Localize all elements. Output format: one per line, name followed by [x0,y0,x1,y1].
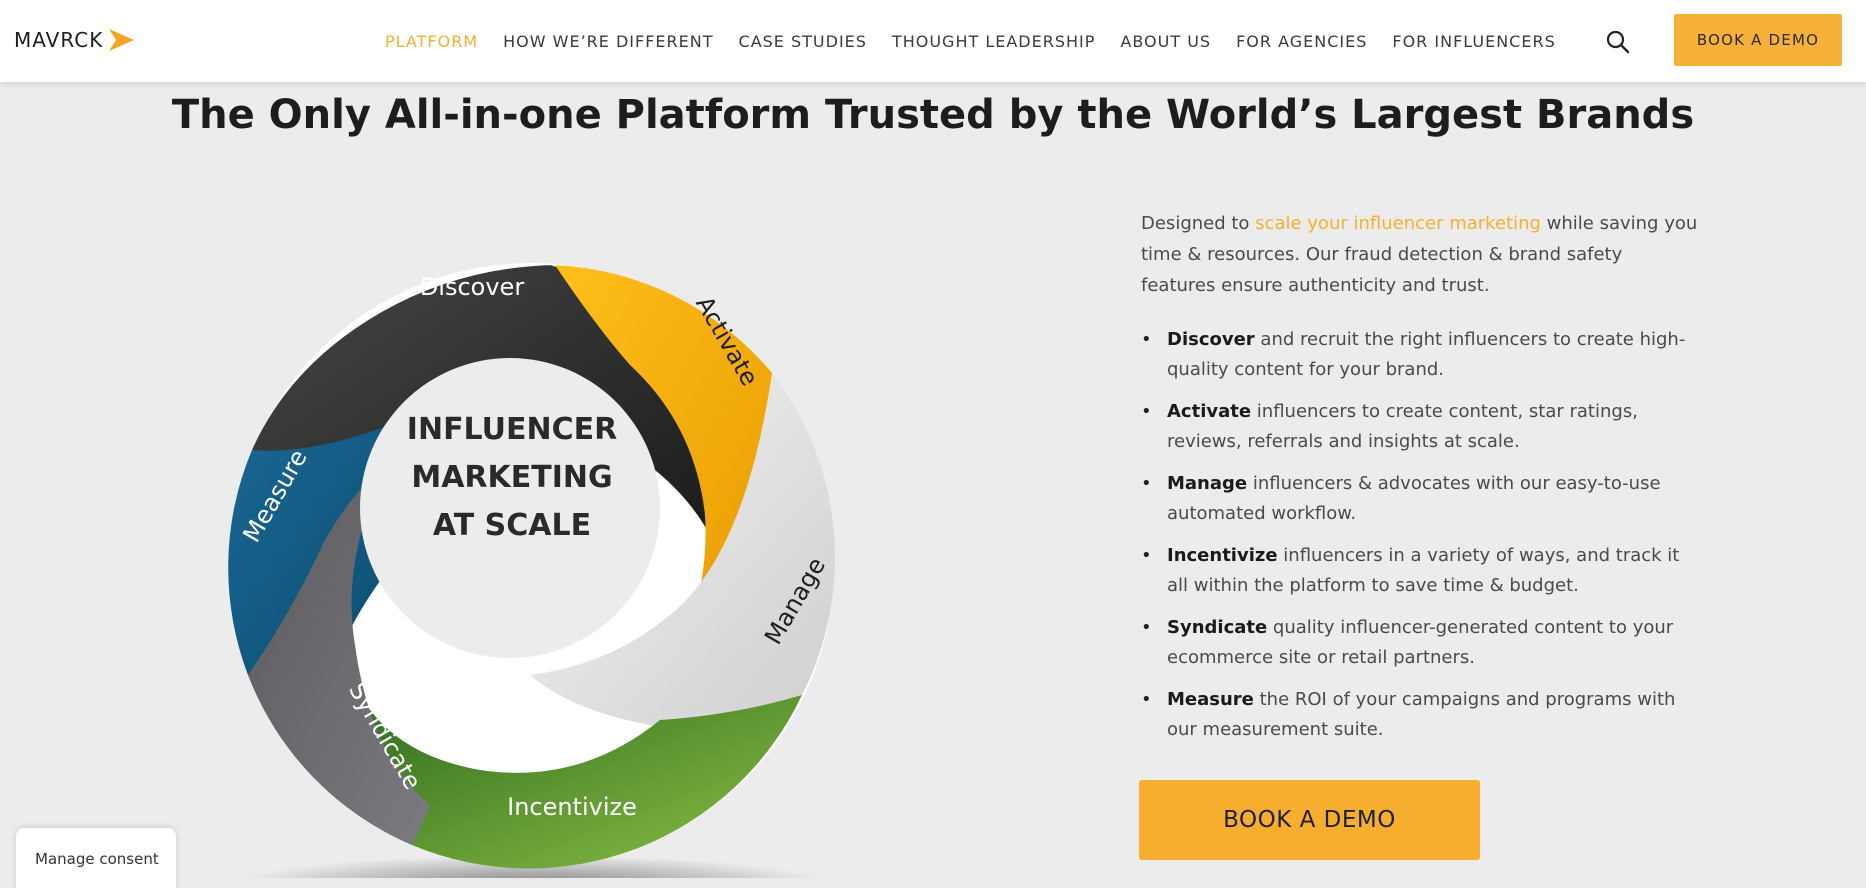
center-line-1: INFLUENCER [407,412,617,447]
main-nav: PLATFORM HOW WE’RE DIFFERENT CASE STUDIE… [385,0,1581,82]
bullet-dot-icon: • [1141,617,1152,638]
list-item: • Manage influencers & advocates with ou… [1141,469,1701,529]
platform-wheel-graphic: INFLUENCER MARKETING AT SCALE Discover A… [228,263,836,878]
book-demo-button[interactable]: BOOK A DEMO [1139,780,1480,860]
feature-name: Discover [1167,329,1255,350]
mavrck-logo[interactable]: MAVRCK [14,26,135,54]
header-book-demo-button[interactable]: BOOK A DEMO [1674,14,1842,66]
logo-arrow-icon [109,29,135,51]
label-incentivize: Incentivize [507,793,637,821]
label-discover: Discover [420,273,525,301]
bullet-dot-icon: • [1141,329,1152,350]
nav-for-influencers[interactable]: FOR INFLUENCERS [1392,32,1555,51]
center-line-3: AT SCALE [433,508,591,543]
list-item: • Activate influencers to create content… [1141,397,1701,457]
bullet-dot-icon: • [1141,473,1152,494]
feature-name: Incentivize [1167,545,1278,566]
page-title: The Only All-in-one Platform Trusted by … [171,92,1695,138]
nav-how-different[interactable]: HOW WE’RE DIFFERENT [503,32,713,51]
bullet-dot-icon: • [1141,689,1152,710]
intro-highlight-link[interactable]: scale your influencer marketing [1255,213,1541,234]
nav-platform[interactable]: PLATFORM [385,32,478,51]
feature-name: Measure [1167,689,1254,710]
manage-consent-button[interactable]: Manage consent [16,828,176,888]
nav-case-studies[interactable]: CASE STUDIES [739,32,867,51]
list-item: • Discover and recruit the right influen… [1141,325,1701,385]
logo-text: MAVRCK [14,28,104,52]
center-line-2: MARKETING [411,460,612,495]
list-item: • Incentivize influencers in a variety o… [1141,541,1701,601]
site-header: MAVRCK PLATFORM HOW WE’RE DIFFERENT CASE… [0,0,1866,82]
feature-name: Activate [1167,401,1252,422]
feature-list: • Discover and recruit the right influen… [1141,325,1701,745]
bullet-dot-icon: • [1141,401,1152,422]
nav-about-us[interactable]: ABOUT US [1120,32,1211,51]
intro-before: Designed to [1141,213,1256,234]
bullet-dot-icon: • [1141,545,1152,566]
search-icon[interactable] [1604,28,1632,56]
feature-description: Designed to scale your influencer market… [1141,208,1701,757]
feature-name: Syndicate [1167,617,1268,638]
nav-thought-leadership[interactable]: THOUGHT LEADERSHIP [892,32,1095,51]
feature-name: Manage [1167,473,1248,494]
nav-for-agencies[interactable]: FOR AGENCIES [1236,32,1367,51]
list-item: • Syndicate quality influencer-generated… [1141,613,1701,673]
list-item: • Measure the ROI of your campaigns and … [1141,685,1701,745]
intro-paragraph: Designed to scale your influencer market… [1141,208,1701,301]
